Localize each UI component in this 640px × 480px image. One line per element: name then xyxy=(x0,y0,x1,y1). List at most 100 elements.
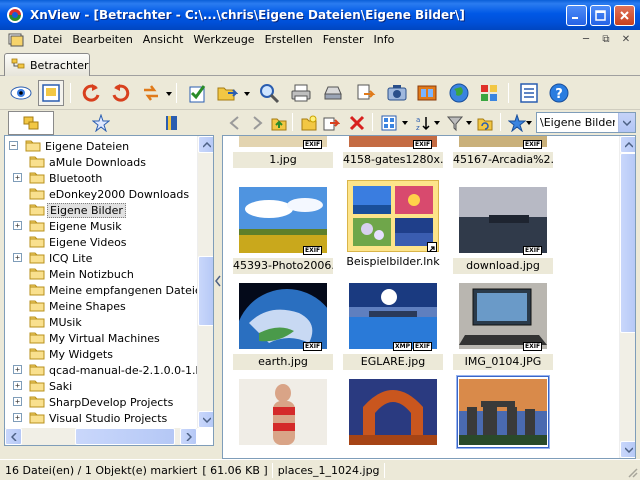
new-folder-button[interactable] xyxy=(298,112,320,134)
thumbnail-view[interactable]: EXIF 1.jpg EXIF 4158-gates1280x... EXIF 45167… xyxy=(222,135,636,459)
tree-item[interactable]: My Virtual Machines xyxy=(5,330,195,346)
menu-werkzeuge[interactable]: Werkzeuge xyxy=(188,33,259,46)
filter-dropdown-icon[interactable] xyxy=(466,120,472,126)
tree-item[interactable]: aMule Downloads xyxy=(5,154,195,170)
menu-erstellen[interactable]: Erstellen xyxy=(260,33,318,46)
thumbnail-item[interactable]: EXIF 1.jpg xyxy=(233,136,333,168)
maximize-button[interactable] xyxy=(590,5,611,26)
copy-to-button[interactable] xyxy=(320,112,342,134)
rotate-left-button[interactable] xyxy=(78,80,104,106)
tree-scroll-thumb[interactable] xyxy=(198,256,213,326)
view-mode-button[interactable] xyxy=(378,112,400,134)
thumbnail-item[interactable]: EXIF XMP EGLARE.jpg xyxy=(343,276,443,370)
back-button[interactable] xyxy=(224,112,246,134)
scan-button[interactable] xyxy=(320,80,346,106)
tree-item[interactable]: + ICQ Lite xyxy=(5,250,195,266)
tree-expand-button[interactable]: + xyxy=(13,365,22,374)
tree-item[interactable]: + Visual Studio Projects xyxy=(5,410,195,426)
tree-expand-button[interactable]: + xyxy=(13,253,22,262)
tree-item[interactable]: MUsik xyxy=(5,314,195,330)
path-input[interactable]: \Eigene Bilder\ xyxy=(537,116,615,129)
tree-expand-button[interactable]: + xyxy=(13,381,22,390)
thumbs-scroll-down-button[interactable] xyxy=(620,441,635,458)
tree-vertical-scrollbar[interactable] xyxy=(197,136,213,428)
open-folder-button[interactable] xyxy=(214,80,240,106)
categories-panel-tab[interactable] xyxy=(148,111,194,135)
tree-expand-button[interactable]: + xyxy=(13,173,22,182)
view-mode-dropdown-icon[interactable] xyxy=(402,120,408,126)
path-dropdown-button[interactable] xyxy=(618,113,635,132)
menu-ansicht[interactable]: Ansicht xyxy=(138,33,189,46)
title-bar[interactable]: XnView - [Betrachter - C:\...\chris\Eige… xyxy=(0,0,640,30)
print-button[interactable] xyxy=(288,80,314,106)
tree-expand-button[interactable]: + xyxy=(13,413,22,422)
search-button[interactable] xyxy=(256,80,282,106)
thumbnail-item[interactable]: Beispielbilder.lnk xyxy=(343,176,443,270)
refresh-button[interactable] xyxy=(474,112,496,134)
forward-button[interactable] xyxy=(246,112,268,134)
delete-button[interactable] xyxy=(346,112,368,134)
minimize-button[interactable] xyxy=(566,5,587,26)
xnview-app-icon[interactable] xyxy=(6,6,24,24)
path-combobox[interactable]: \Eigene Bilder\ xyxy=(536,112,636,133)
tree-item[interactable]: Meine Shapes xyxy=(5,298,195,314)
tree-scroll-right-button[interactable] xyxy=(180,428,197,445)
sort-dropdown-icon[interactable] xyxy=(434,120,440,126)
export-button[interactable] xyxy=(352,80,378,106)
mdi-restore-button[interactable]: ⧉ xyxy=(598,32,614,46)
favorites-dropdown-icon[interactable] xyxy=(526,120,532,126)
rotate-right-button[interactable] xyxy=(108,80,134,106)
menu-datei[interactable]: Datei xyxy=(28,33,67,46)
favorites-button[interactable] xyxy=(506,112,528,134)
convert-button[interactable] xyxy=(138,80,164,106)
menu-info[interactable]: Info xyxy=(369,33,400,46)
tree-item[interactable]: My Widgets xyxy=(5,346,195,362)
open-dropdown-icon[interactable] xyxy=(244,91,250,97)
thumbnail-item[interactable]: EXIF 4158-gates1280x... xyxy=(343,136,443,168)
convert-dropdown-icon[interactable] xyxy=(166,91,172,97)
tree-item[interactable]: Eigene Videos xyxy=(5,234,195,250)
thumbnail-item[interactable] xyxy=(453,372,553,458)
tree-item[interactable]: + qcad-manual-de-2.1.0.0-1.htm xyxy=(5,362,213,378)
tree-item[interactable]: Eigene Bilder xyxy=(5,202,195,218)
menu-bearbeiten[interactable]: Bearbeiten xyxy=(67,33,137,46)
thumbnail-item[interactable]: EXIF 45167-Arcadia%2... xyxy=(453,136,553,168)
parent-folder-button[interactable] xyxy=(268,112,290,134)
close-button[interactable] xyxy=(614,5,635,26)
thumbs-scroll-thumb[interactable] xyxy=(620,153,635,333)
mdi-minimize-button[interactable]: ─ xyxy=(578,32,594,46)
tree-expand-button[interactable]: + xyxy=(13,221,22,230)
sort-button[interactable]: az xyxy=(412,112,434,134)
tree-scroll-up-button[interactable] xyxy=(198,136,213,153)
tree-item[interactable]: eDonkey2000 Downloads xyxy=(5,186,195,202)
help-button[interactable]: ? xyxy=(546,80,572,106)
tree-collapse-button[interactable]: − xyxy=(9,141,18,150)
browser-mode-button[interactable] xyxy=(38,80,64,106)
settings-button[interactable] xyxy=(476,80,502,106)
thumbnail-item[interactable]: EXIF earth.jpg xyxy=(233,276,333,370)
thumbnail-item[interactable]: EXIF IMG_0104.JPG xyxy=(453,276,553,370)
thumbs-vertical-scrollbar[interactable] xyxy=(619,136,635,458)
thumbnail-item[interactable]: EXIF download.jpg xyxy=(453,180,553,274)
folders-panel-tab[interactable] xyxy=(8,111,54,135)
favorites-panel-tab[interactable] xyxy=(78,111,124,135)
tree-scroll-left-button[interactable] xyxy=(5,428,22,445)
tree-scroll-down-button[interactable] xyxy=(198,411,213,428)
thumbnail-item[interactable] xyxy=(343,372,443,458)
tree-item[interactable]: + Saki xyxy=(5,378,195,394)
thumbnail-item[interactable] xyxy=(233,372,333,458)
tree-item[interactable]: + Eigene Musik xyxy=(5,218,195,234)
filter-button[interactable] xyxy=(444,112,466,134)
child-window-icon[interactable] xyxy=(8,33,24,47)
resize-grip-icon[interactable] xyxy=(626,466,638,478)
menu-fenster[interactable]: Fenster xyxy=(318,33,369,46)
tree-item[interactable]: Mein Notizbuch xyxy=(5,266,195,282)
tab-betrachter[interactable]: Betrachter xyxy=(4,53,90,76)
thumbs-scroll-up-button[interactable] xyxy=(620,136,635,153)
thumbnail-item[interactable]: EXIF 45393-Photo2006... xyxy=(233,180,333,274)
tree-hscroll-thumb[interactable] xyxy=(75,428,175,445)
view-button[interactable] xyxy=(8,80,34,106)
options-button[interactable] xyxy=(516,80,542,106)
tree-item[interactable]: Meine empfangenen Dateien xyxy=(5,282,209,298)
mdi-close-button[interactable]: ✕ xyxy=(618,32,634,46)
